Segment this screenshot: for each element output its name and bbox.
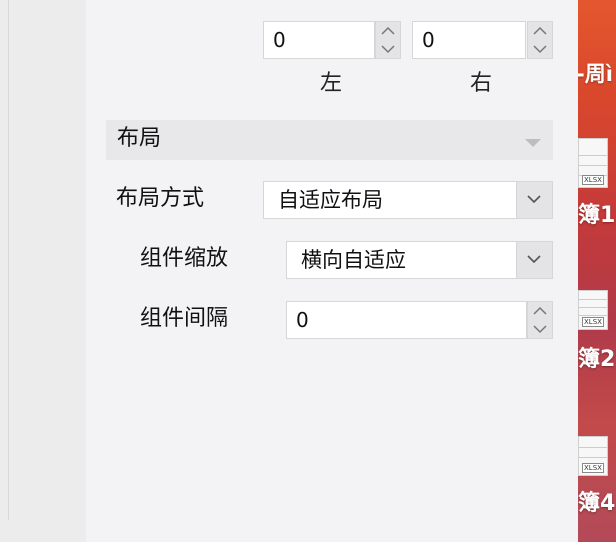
file-type-badge: XLSX <box>582 317 604 327</box>
component-scale-select[interactable]: 横向自适应 <box>286 241 553 279</box>
component-scale-label: 组件缩放 <box>140 246 229 271</box>
component-gap-stepper[interactable] <box>527 301 553 339</box>
desktop-background: -周ì XLSX 簿1. XLSX 簿2 XLSX 簿4 <box>578 0 616 542</box>
stepper-arrows-icon <box>381 26 395 54</box>
file-type-badge: XLSX <box>582 175 604 185</box>
desktop-item-label: -周ì <box>578 62 613 86</box>
stepper-arrows-icon <box>533 306 547 334</box>
padding-left-stepper[interactable] <box>375 21 401 59</box>
chevron-down-icon <box>527 195 541 203</box>
component-scale-dropdown-button[interactable] <box>516 242 552 278</box>
desktop-file-label[interactable]: 簿1. <box>578 204 616 228</box>
collapse-triangle-icon <box>525 139 541 147</box>
layout-section-header[interactable]: 布局 <box>106 120 553 160</box>
component-gap-label: 组件间隔 <box>140 306 229 331</box>
left-sidebar-strip <box>0 0 86 542</box>
padding-right-input[interactable]: 0 <box>412 21 526 59</box>
desktop-file-label[interactable]: 簿2 <box>578 348 615 372</box>
spreadsheet-thumbnail[interactable]: XLSX <box>578 138 608 188</box>
padding-left-label: 左 <box>320 71 343 96</box>
layout-mode-value: 自适应布局 <box>278 188 383 212</box>
component-scale-value: 横向自适应 <box>301 248 406 272</box>
padding-right-stepper[interactable] <box>527 21 553 59</box>
layout-mode-label: 布局方式 <box>116 186 205 211</box>
layout-mode-select[interactable]: 自适应布局 <box>263 181 553 219</box>
padding-left-input[interactable]: 0 <box>263 21 375 59</box>
spreadsheet-thumbnail[interactable]: XLSX <box>578 436 608 476</box>
desktop-file-label[interactable]: 簿4 <box>578 492 615 516</box>
sidebar-divider <box>8 0 9 520</box>
layout-section-title: 布局 <box>117 126 162 151</box>
layout-mode-dropdown-button[interactable] <box>516 182 552 218</box>
spreadsheet-thumbnail[interactable]: XLSX <box>578 290 608 330</box>
chevron-down-icon <box>527 255 541 263</box>
padding-right-label: 右 <box>470 71 493 96</box>
file-type-badge: XLSX <box>582 463 604 473</box>
stepper-arrows-icon <box>533 26 547 54</box>
component-gap-input[interactable]: 0 <box>286 301 527 339</box>
